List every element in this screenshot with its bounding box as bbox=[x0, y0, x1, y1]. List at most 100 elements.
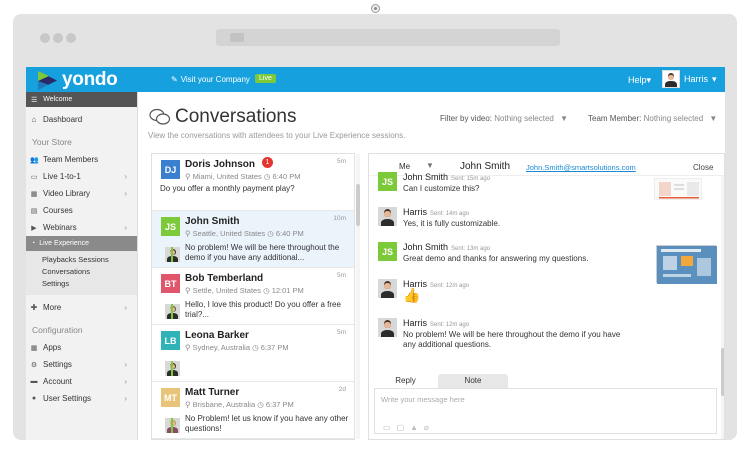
sent-time: Sent: 13m ago bbox=[451, 246, 491, 252]
reply-indicator bbox=[171, 247, 173, 262]
time-ago: 5m bbox=[336, 158, 346, 165]
contact-name: Bob Temberland bbox=[185, 273, 264, 284]
location-pin-icon: ⚲ bbox=[185, 172, 191, 181]
sidebar-subitem-playbacks[interactable]: Playbacks Sessions bbox=[42, 254, 137, 266]
chat-panel: Me ▼ John Smith John.Smith@smartsolution… bbox=[368, 153, 725, 440]
help-menu[interactable]: Help▾ bbox=[628, 75, 651, 86]
page-title-text: Conversations bbox=[175, 106, 297, 127]
chevron-right-icon: › bbox=[124, 172, 127, 181]
sidebar-item-live-1-to-1[interactable]: ▭ Live 1-to-1 › bbox=[26, 168, 137, 185]
sent-time: Sent: 15m ago bbox=[451, 176, 491, 182]
sent-time: Sent: 12m ago bbox=[430, 322, 470, 328]
sidebar-item-video-library[interactable]: ▦ Video Library › bbox=[26, 185, 137, 202]
image-icon[interactable]: ▲ bbox=[410, 423, 418, 432]
message-avatar: JS bbox=[378, 242, 397, 261]
conversation-item[interactable]: JS John Smith ⚲ Seattle, United States ◷ 6… bbox=[152, 211, 354, 268]
message-text: Yes, it is fully customizable. bbox=[403, 219, 501, 228]
visit-company-link[interactable]: ✎ Visit your Company bbox=[171, 75, 250, 84]
sidebar-item-label: Account bbox=[43, 377, 72, 386]
conversation-item[interactable]: DJ Doris Johnson 1 ⚲ Miami, United States ◷… bbox=[152, 154, 354, 211]
chat-scrollbar[interactable] bbox=[721, 176, 724, 439]
clock-icon: ◷ bbox=[267, 229, 274, 238]
sender-name: John Smith bbox=[403, 242, 449, 252]
sidebar-item-live-experience[interactable]: ◔ Live Experience bbox=[26, 236, 137, 251]
sidebar-item-label: Settings bbox=[43, 360, 72, 369]
clock-icon: ◷ bbox=[263, 286, 270, 295]
contact-time: 12:01 PM bbox=[271, 286, 304, 295]
chat-contact-name: John Smith bbox=[460, 161, 511, 172]
close-button[interactable]: Close bbox=[693, 163, 713, 172]
video-filter-label: Filter by video: bbox=[440, 114, 493, 123]
chat-bubble-icon: ◔ bbox=[31, 240, 36, 247]
conversation-item[interactable]: LB Leona Barker ⚲ Sydney, Australia ◷ 6:37… bbox=[152, 325, 354, 382]
contact-name: Leona Barker bbox=[185, 330, 249, 341]
sender-name: Harris bbox=[403, 207, 427, 217]
conversation-list-scrollbar[interactable] bbox=[356, 154, 360, 439]
thumbs-up-icon: 👍 bbox=[403, 287, 421, 303]
live-badge[interactable]: Live bbox=[255, 74, 276, 83]
compose-placeholder: Write your message here bbox=[381, 395, 465, 404]
sidebar-item-label: Live 1-to-1 bbox=[43, 172, 81, 181]
sidebar-item-settings[interactable]: ⚙ Settings › bbox=[26, 356, 137, 373]
sidebar-item-user-settings[interactable]: ● User Settings › bbox=[26, 390, 137, 407]
demo-presentation-thumbnail[interactable] bbox=[656, 245, 717, 284]
sidebar-item-label: Video Library bbox=[43, 189, 90, 198]
location-pin-icon: ⚲ bbox=[185, 400, 191, 409]
help-label: Help bbox=[628, 75, 647, 85]
user-icon: ● bbox=[31, 395, 37, 402]
team-member-filter[interactable]: Team Member: Nothing selected ▼ bbox=[588, 114, 717, 123]
welcome-label: Welcome bbox=[43, 96, 73, 103]
clock-icon: ◷ bbox=[252, 343, 259, 352]
compose-toolbar: ▭ ▢ ▲ ⌀ bbox=[383, 423, 429, 432]
chat-contact-email[interactable]: John.Smith@smartsolutions.com bbox=[526, 163, 636, 172]
contact-initials-avatar: DJ bbox=[161, 160, 180, 179]
message-preview: No problem! We will be here throughout t… bbox=[185, 243, 340, 262]
caret-down-icon[interactable]: ▼ bbox=[426, 161, 434, 170]
contact-location: Settle, United States bbox=[192, 286, 261, 295]
me-selector[interactable]: Me bbox=[399, 162, 410, 171]
attachment-icon[interactable]: ⌀ bbox=[424, 423, 429, 432]
sidebar-item-more[interactable]: ✚ More › bbox=[26, 299, 137, 316]
contact-meta: ⚲ Sydney, Australia ◷ 6:37 PM bbox=[185, 343, 289, 352]
contact-time: 6:37 PM bbox=[260, 343, 289, 352]
sidebar-item-webinars[interactable]: ▶ Webinars › bbox=[26, 219, 137, 236]
chevron-right-icon: › bbox=[124, 394, 127, 403]
message-sender: John Smith Sent: 15m ago bbox=[403, 172, 490, 182]
address-bar[interactable] bbox=[216, 29, 560, 46]
sender-name: John Smith bbox=[403, 172, 449, 182]
conversations-icon bbox=[149, 108, 171, 125]
home-icon: ⌂ bbox=[31, 115, 37, 124]
chat-icon[interactable]: ▢ bbox=[397, 423, 405, 432]
time-ago: 5m bbox=[336, 272, 346, 279]
sidebar-subitem-conversations[interactable]: Conversations bbox=[42, 266, 137, 278]
conversation-item[interactable]: BT Bob Temberland ⚲ Settle, United States … bbox=[152, 268, 354, 325]
keyboard-icon[interactable]: ▭ bbox=[383, 423, 391, 432]
brand-logo[interactable]: yondo bbox=[36, 69, 118, 91]
chevron-right-icon: › bbox=[124, 377, 127, 386]
grid-icon: ▦ bbox=[30, 344, 38, 352]
sidebar-item-dashboard[interactable]: ⌂ Dashboard bbox=[26, 111, 137, 128]
message-preview: No Problem! let us know if you have any … bbox=[185, 414, 349, 433]
group-icon: 👥 bbox=[30, 156, 39, 164]
sidebar-welcome[interactable]: ☰ Welcome bbox=[26, 92, 137, 107]
slide-thumbnail[interactable] bbox=[654, 178, 702, 200]
video-icon: ▭ bbox=[30, 173, 38, 181]
sidebar-item-apps[interactable]: ▦ Apps bbox=[26, 339, 137, 356]
video-filter-value: Nothing selected bbox=[494, 114, 554, 123]
message-compose[interactable]: Write your message here ▭ ▢ ▲ ⌀ bbox=[374, 388, 717, 434]
tab-reply[interactable]: Reply bbox=[374, 374, 437, 388]
sidebar-item-account[interactable]: ▬ Account › bbox=[26, 373, 137, 390]
caret-down-icon: ▼ bbox=[709, 114, 718, 123]
message-sender: John Smith Sent: 13m ago bbox=[403, 242, 490, 252]
sidebar-item-team-members[interactable]: 👥 Team Members bbox=[26, 151, 137, 168]
user-menu[interactable]: Harris ▾ bbox=[662, 70, 717, 88]
contact-name: John Smith bbox=[185, 216, 240, 227]
tab-note[interactable]: Note bbox=[438, 374, 508, 388]
sidebar-item-courses[interactable]: ▤ Courses bbox=[26, 202, 137, 219]
chevron-right-icon: › bbox=[124, 303, 127, 312]
sidebar-subitem-settings[interactable]: Settings bbox=[42, 278, 137, 290]
video-filter[interactable]: Filter by video: Nothing selected ▼ bbox=[440, 114, 568, 123]
conversation-item[interactable]: MT Matt Turner ⚲ Brisbane, Australia ◷ 6:3… bbox=[152, 382, 354, 439]
caret-down-icon: ▾ bbox=[712, 73, 717, 84]
reply-indicator bbox=[171, 361, 173, 376]
